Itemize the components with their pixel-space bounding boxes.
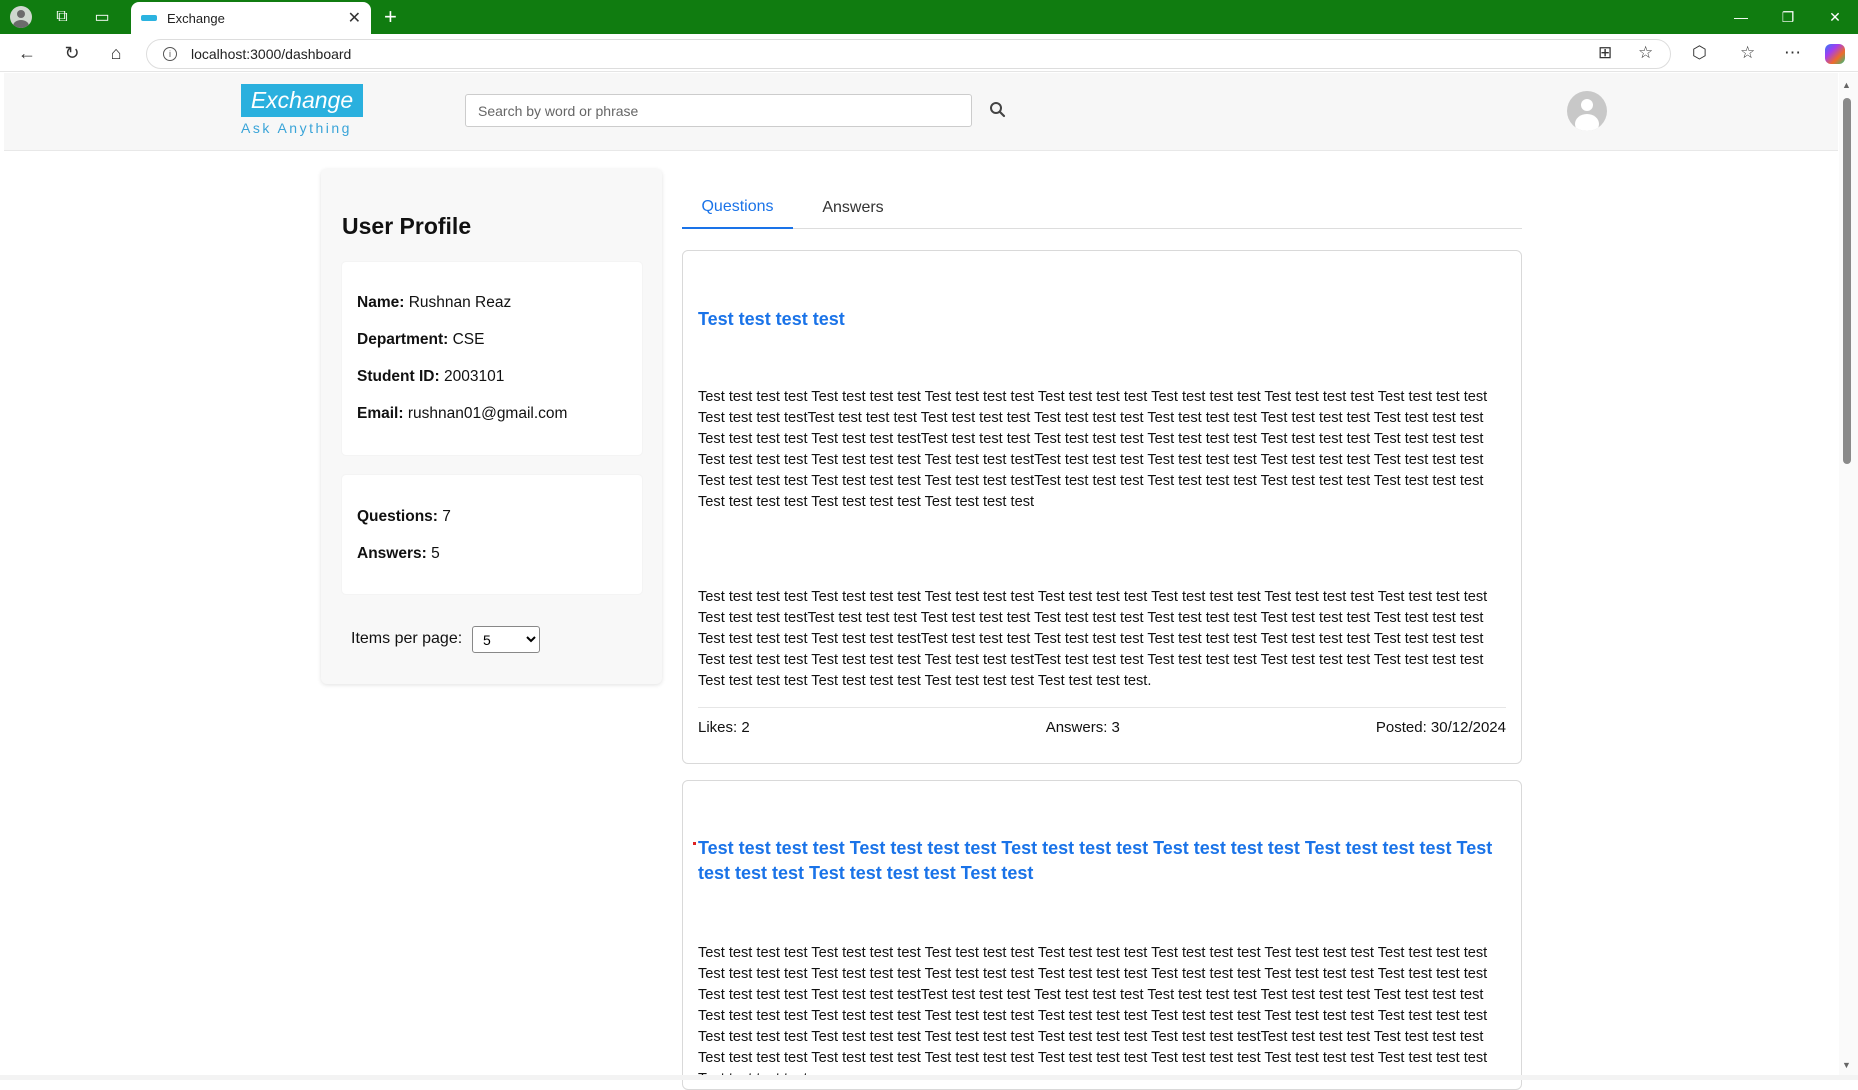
scroll-down-icon[interactable]: ▼ — [1842, 1060, 1851, 1070]
question-body: Test test test test Test test test test … — [698, 589, 1488, 689]
app-available-icon[interactable]: ⊞ — [1598, 43, 1612, 63]
question-title[interactable]: Test test test test — [698, 307, 1508, 332]
tab-title: Exchange — [167, 10, 225, 26]
close-window-icon[interactable]: ✕ — [1812, 0, 1858, 34]
logo[interactable]: Exchange — [241, 84, 363, 117]
profile-answers-count: Answers: 5 — [357, 545, 440, 562]
red-dot — [693, 842, 696, 845]
profile-stats-card — [342, 475, 642, 594]
profile-title: User Profile — [342, 213, 472, 239]
restore-icon[interactable]: ❐ — [1765, 0, 1811, 34]
workspaces-icon[interactable]: ⧉ — [50, 5, 74, 29]
tab-favicon-icon — [141, 15, 157, 21]
address-bar[interactable]: i localhost:3000/dashboard — [146, 39, 1671, 69]
profile-department: Department: CSE — [357, 331, 485, 348]
user-avatar[interactable] — [1567, 91, 1607, 131]
tab-actions-icon[interactable]: ▭ — [90, 5, 114, 29]
posted-date: Posted: 30/12/2024 — [1375, 719, 1506, 736]
tab-questions[interactable]: Questions — [682, 186, 793, 229]
question-body: Test test test test Test test test test … — [698, 389, 1488, 510]
answers-count: Answers: 3 — [1045, 719, 1120, 736]
items-per-page-label: Items per page: — [351, 630, 463, 647]
card-divider — [698, 707, 1506, 708]
new-tab-button[interactable]: + — [384, 4, 397, 30]
tab-answers[interactable]: Answers — [808, 186, 898, 229]
favorites-icon[interactable]: ☆ — [1740, 43, 1755, 63]
home-icon[interactable]: ⌂ — [104, 43, 128, 63]
copilot-icon[interactable] — [1825, 44, 1845, 64]
site-info-icon[interactable]: i — [163, 47, 177, 61]
scroll-up-icon[interactable]: ▲ — [1842, 80, 1851, 90]
question-title[interactable]: Test test test test Test test test test … — [698, 836, 1508, 886]
extensions-icon[interactable]: ⬡ — [1692, 43, 1707, 63]
url-text: localhost:3000/dashboard — [191, 46, 352, 62]
back-icon[interactable]: ← — [15, 43, 39, 63]
likes-count: Likes: 2 — [698, 719, 750, 736]
question-body: Test test test test Test test test test … — [698, 945, 1488, 1075]
minimize-icon[interactable]: — — [1718, 0, 1764, 34]
profile-student-id: Student ID: 2003101 — [357, 368, 505, 385]
profile-email: Email: rushnan01@gmail.com — [357, 405, 568, 422]
profile-info-card — [342, 262, 642, 455]
question-footer: Likes: 2 Answers: 3 Posted: 30/12/2024 — [698, 719, 1506, 736]
items-per-page-select[interactable]: 5 — [472, 626, 540, 653]
profile-questions-count: Questions: 7 — [357, 508, 451, 525]
search-icon[interactable] — [988, 100, 1008, 120]
favorite-star-icon[interactable]: ☆ — [1638, 43, 1653, 63]
more-options-icon[interactable]: ⋯ — [1784, 43, 1801, 63]
scrollbar-thumb[interactable] — [1843, 98, 1851, 464]
browser-tab-exchange[interactable]: Exchange ✕ — [131, 2, 371, 34]
window-bottom-edge — [0, 1075, 1858, 1080]
logo-tagline: Ask Anything — [241, 120, 352, 136]
reload-icon[interactable]: ↻ — [60, 43, 84, 63]
search-input[interactable] — [465, 94, 972, 127]
profile-name: Name: Rushnan Reaz — [357, 294, 512, 311]
browser-profile-icon[interactable] — [10, 6, 32, 28]
tab-close-icon[interactable]: ✕ — [348, 8, 361, 28]
